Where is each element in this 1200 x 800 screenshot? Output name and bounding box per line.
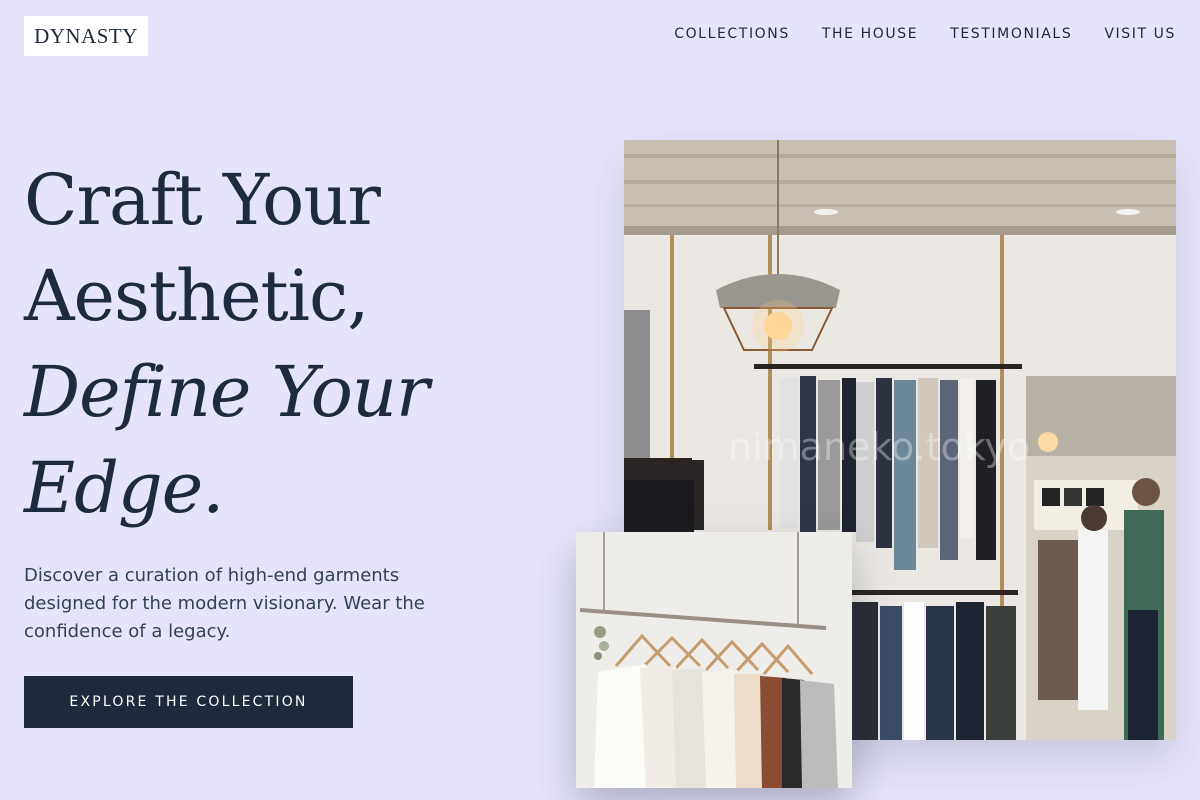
main-nav: COLLECTIONS THE HOUSE TESTIMONIALS VISIT… — [674, 26, 1176, 42]
headline-line-2: Aesthetic, — [24, 255, 370, 337]
headline-line-4: Edge. — [24, 447, 224, 529]
hanging-blouses-image — [576, 532, 852, 788]
brand-logo-text: DYNASTY — [34, 23, 138, 48]
nav-item-the-house[interactable]: THE HOUSE — [822, 26, 918, 42]
hero-headline: Craft Your Aesthetic, Define Your Edge. — [24, 152, 544, 536]
headline-line-3: Define Your — [24, 351, 429, 433]
nav-item-collections[interactable]: COLLECTIONS — [674, 26, 790, 42]
brand-logo[interactable]: DYNASTY — [24, 16, 148, 56]
nav-item-visit-us[interactable]: VISIT US — [1104, 26, 1176, 42]
watermark-text: nimaneko.tokyo — [728, 425, 1030, 469]
nav-item-testimonials[interactable]: TESTIMONIALS — [950, 26, 1072, 42]
explore-collection-button[interactable]: EXPLORE THE COLLECTION — [24, 676, 353, 728]
hero-description: Discover a curation of high-end garments… — [24, 565, 425, 642]
headline-line-1: Craft Your — [24, 159, 381, 241]
